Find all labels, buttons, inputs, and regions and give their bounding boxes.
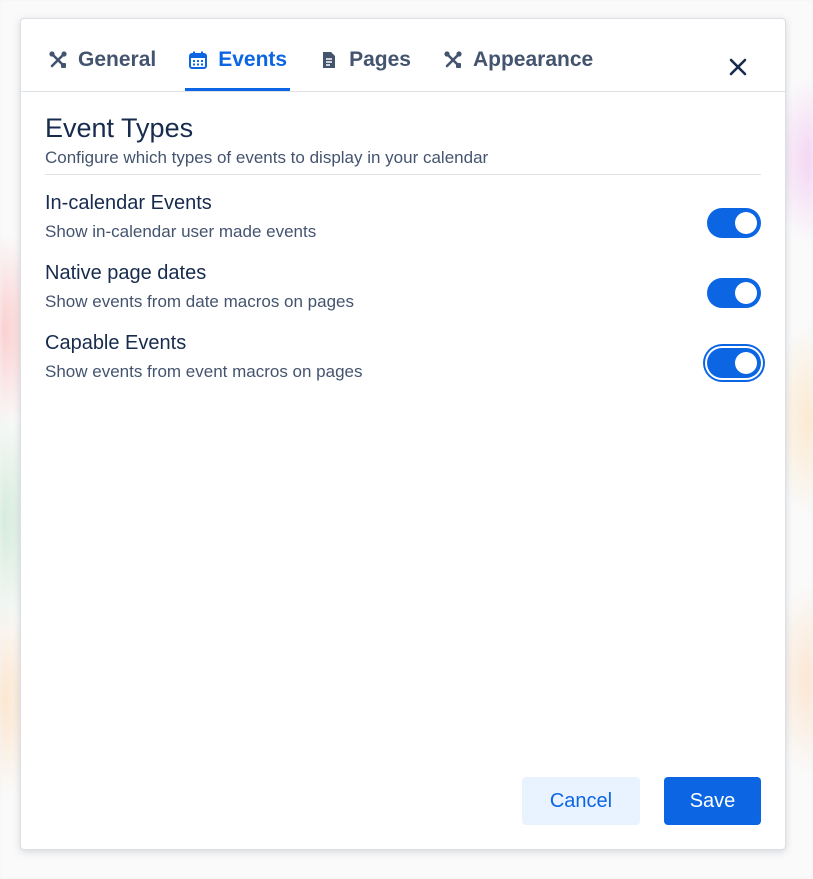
toggle-knob	[735, 352, 757, 374]
cancel-button[interactable]: Cancel	[522, 777, 640, 825]
setting-description: Show events from event macros on pages	[45, 362, 363, 381]
tab-appearance-label: Appearance	[472, 47, 594, 71]
setting-description: Show in-calendar user made events	[45, 222, 317, 241]
setting-label: Native page dates	[45, 262, 207, 284]
tab-general[interactable]: General	[45, 35, 159, 91]
setting-description: Show events from date macros on pages	[45, 292, 354, 311]
document-icon	[319, 50, 339, 70]
tab-general-label: General	[78, 47, 157, 71]
save-button[interactable]: Save	[664, 777, 761, 825]
in-calendar-events-toggle[interactable]	[707, 208, 761, 238]
setting-native-page-dates: Native page dates Show events from date …	[45, 245, 761, 315]
capable-events-toggle[interactable]	[707, 348, 761, 378]
setting-label: Capable Events	[45, 332, 187, 354]
close-icon	[727, 56, 749, 78]
native-page-dates-toggle[interactable]	[707, 278, 761, 308]
settings-dialog: General Events Pages Appearance Event Ty…	[20, 18, 786, 850]
events-panel: Event Types Configure which types of eve…	[21, 92, 785, 385]
section-description: Configure which types of events to displ…	[45, 148, 761, 175]
calendar-icon	[188, 50, 208, 70]
setting-capable-events: Capable Events Show events from event ma…	[45, 315, 761, 385]
close-button[interactable]	[727, 56, 749, 78]
section-title: Event Types	[45, 113, 194, 143]
tab-bar: General Events Pages Appearance	[21, 19, 785, 92]
dialog-footer: Cancel Save	[522, 777, 761, 825]
tab-events[interactable]: Events	[185, 35, 291, 91]
tab-pages[interactable]: Pages	[316, 35, 414, 91]
tools-icon	[48, 50, 68, 70]
toggle-knob	[735, 282, 757, 304]
toggle-knob	[735, 212, 757, 234]
tab-appearance[interactable]: Appearance	[440, 35, 596, 91]
setting-label: In-calendar Events	[45, 192, 212, 214]
tab-pages-label: Pages	[349, 47, 411, 71]
tools-icon	[443, 50, 463, 70]
tab-events-label: Events	[218, 47, 288, 71]
setting-in-calendar-events: In-calendar Events Show in-calendar user…	[45, 175, 761, 245]
